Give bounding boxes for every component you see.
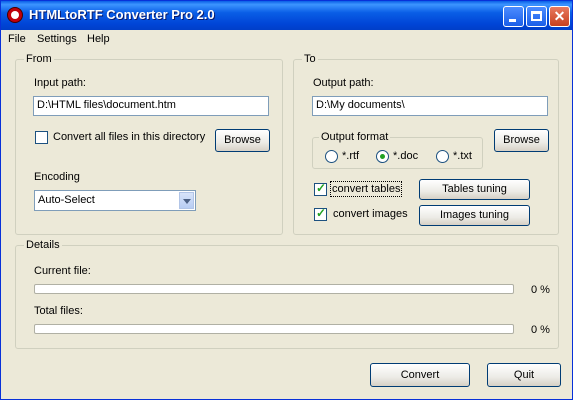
total-files-percent: 0 % [531,324,550,336]
convert-button[interactable]: Convert [370,363,470,387]
close-icon: ✕ [553,8,566,24]
output-path-label: Output path: [313,77,374,89]
convert-all-checkbox[interactable] [35,131,48,144]
menu-file[interactable]: File [8,33,26,45]
convert-tables-label[interactable]: convert tables [329,181,403,197]
menu-help[interactable]: Help [87,33,110,45]
format-txt-label[interactable]: *.txt [453,150,472,162]
details-group-label: Details [24,239,62,251]
output-path-field[interactable]: D:\My documents\ [312,96,548,116]
tables-tuning-button[interactable]: Tables tuning [419,179,530,200]
total-files-progress-bar [34,324,514,334]
current-file-percent: 0 % [531,284,550,296]
tables-tuning-label: Tables tuning [442,183,507,195]
app-logo-icon[interactable] [7,7,23,23]
input-path-field[interactable]: D:\HTML files\document.htm [33,96,269,116]
format-rtf-radio[interactable] [325,150,338,163]
output-browse-label: Browse [503,134,540,146]
format-txt-radio[interactable] [436,150,449,163]
window-title: HTMLtoRTF Converter Pro 2.0 [29,7,215,22]
output-format-label: Output format [319,131,391,143]
convert-images-checkbox[interactable] [314,206,327,221]
input-browse-label: Browse [224,134,261,146]
input-path-label: Input path: [34,77,86,89]
input-browse-button[interactable]: Browse [215,129,270,152]
convert-tables-checkbox[interactable] [314,181,327,196]
title-bar[interactable]: HTMLtoRTF Converter Pro 2.0 ✕ [1,1,572,30]
current-file-label: Current file: [34,265,91,277]
convert-images-label[interactable]: convert images [333,208,408,220]
format-doc-label[interactable]: *.doc [393,150,418,162]
images-tuning-button[interactable]: Images tuning [419,205,530,226]
menu-bar: File Settings Help [1,30,572,48]
quit-button[interactable]: Quit [487,363,561,387]
encoding-value: Auto-Select [38,194,95,206]
convert-button-label: Convert [400,369,440,381]
format-rtf-label[interactable]: *.rtf [342,150,359,162]
from-group-label: From [24,53,54,65]
current-file-progress-bar [34,284,514,294]
maximize-button[interactable] [526,6,547,27]
chevron-down-icon[interactable] [179,192,194,209]
format-doc-radio[interactable] [376,150,389,163]
images-tuning-label: Images tuning [439,209,510,221]
menu-settings[interactable]: Settings [37,33,77,45]
to-group-label: To [302,53,318,65]
output-browse-button[interactable]: Browse [494,129,549,152]
minimize-button[interactable] [503,6,524,27]
encoding-select[interactable]: Auto-Select [34,190,196,211]
encoding-label: Encoding [34,171,80,183]
quit-button-label: Quit [513,369,535,381]
app-window: HTMLtoRTF Converter Pro 2.0 ✕ File Setti… [0,0,573,400]
total-files-label: Total files: [34,305,83,317]
convert-all-label[interactable]: Convert all files in this directory [53,131,205,143]
close-button[interactable]: ✕ [549,6,570,27]
